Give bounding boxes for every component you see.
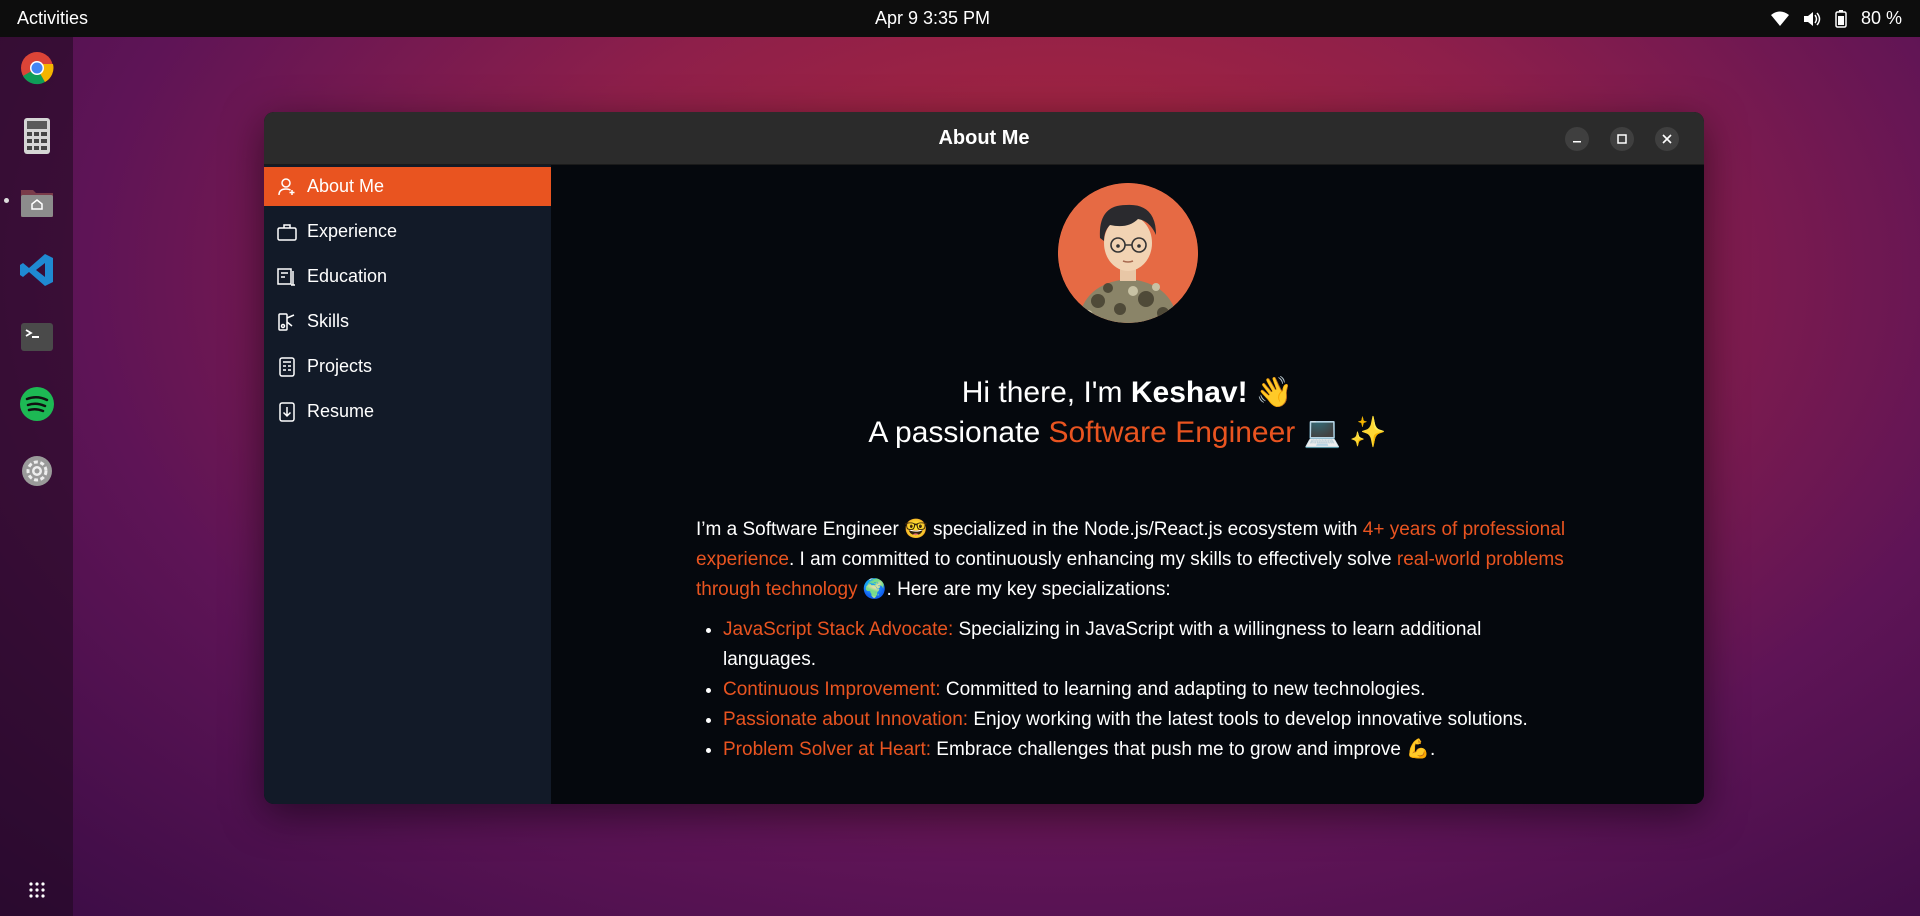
point-title: JavaScript Stack Advocate: [723,619,954,640]
bio-text: I’m a Software Engineer 🤓 specialized in… [696,519,1363,540]
app-grid-icon[interactable] [16,869,58,911]
list-item: Continuous Improvement: Committed to lea… [723,675,1566,705]
dock [0,37,73,916]
bio-text: 🌍. Here are my key specializations: [857,579,1171,600]
about-me-window: About Me About Me Experience Education S… [264,112,1704,804]
sidebar-item-about-me[interactable]: About Me [264,167,551,206]
sidebar-item-skills[interactable]: Skills [264,302,551,341]
sidebar-item-label: Resume [307,401,375,421]
point-title: Passionate about Innovation: [723,709,969,730]
sidebar-item-experience[interactable]: Experience [264,212,551,251]
skills-icon [276,311,298,333]
settings-icon[interactable] [16,450,58,492]
greeting-text: Hi there, I'm [961,376,1131,409]
window-title: About Me [938,127,1030,149]
sidebar-item-label: Projects [307,356,373,376]
hero-role: A passionate Software Engineer 💻 ✨ [551,415,1704,450]
system-tray[interactable]: 80 % [1770,8,1902,29]
wave-emoji: 👋 [1255,376,1294,409]
battery-percent: 80 % [1860,8,1902,28]
list-item: JavaScript Stack Advocate: Specializing … [723,615,1566,675]
wifi-icon [1770,11,1789,27]
point-title: Problem Solver at Heart: [723,739,932,760]
sidebar-item-label: About Me [307,176,385,196]
sidebar-item-education[interactable]: Education [264,257,551,296]
sidebar-item-resume[interactable]: Resume [264,392,551,431]
minimize-button[interactable] [1565,127,1589,151]
sidebar: About Me Experience Education Skills Pro… [264,165,551,804]
terminal-icon[interactable] [16,316,58,358]
sidebar-item-label: Experience [307,221,398,241]
chrome-icon[interactable] [16,47,58,89]
sidebar-item-projects[interactable]: Projects [264,347,551,386]
point-text: Enjoy working with the latest tools to d… [968,709,1528,730]
download-icon [276,401,298,423]
bio-paragraph: I’m a Software Engineer 🤓 specialized in… [696,515,1566,605]
list-item: Problem Solver at Heart: Embrace challen… [723,735,1566,765]
files-icon[interactable] [16,182,58,224]
main-content: Hi there, I'm Keshav! 👋 A passionate Sof… [551,165,1704,804]
specializations-list: JavaScript Stack Advocate: Specializing … [696,615,1566,765]
hero-name: Keshav! [1130,376,1248,409]
sidebar-item-label: Education [307,266,388,286]
role-title: Software Engineer [1048,416,1296,449]
maximize-button[interactable] [1610,127,1634,151]
point-text: Committed to learning and adapting to ne… [940,679,1426,700]
hero-greeting: Hi there, I'm Keshav! 👋 [551,375,1704,410]
clock[interactable]: Apr 9 3:35 PM [0,8,1865,29]
vscode-icon[interactable] [16,249,58,291]
projects-icon [276,356,298,378]
point-title: Continuous Improvement: [723,679,941,700]
battery-icon [1835,9,1847,28]
top-bar: Activities Apr 9 3:35 PM 80 % [0,0,1920,37]
role-emojis: 💻 ✨ [1303,416,1387,449]
volume-icon [1803,11,1821,27]
close-button[interactable] [1655,127,1679,151]
bio-text: . I am committed to continuously enhanci… [788,549,1397,570]
point-text: Embrace challenges that push me to grow … [931,739,1436,760]
calculator-icon[interactable] [16,115,58,157]
window-titlebar[interactable]: About Me [264,112,1704,165]
role-prefix: A passionate [868,416,1049,449]
education-icon [276,266,298,288]
profile-avatar [1058,183,1198,323]
sidebar-item-label: Skills [307,311,350,331]
briefcase-icon [276,221,298,243]
user-icon [276,176,298,198]
list-item: Passionate about Innovation: Enjoy worki… [723,705,1566,735]
running-indicator [4,198,9,203]
spotify-icon[interactable] [16,383,58,425]
bio-section: I’m a Software Engineer 🤓 specialized in… [696,515,1566,765]
